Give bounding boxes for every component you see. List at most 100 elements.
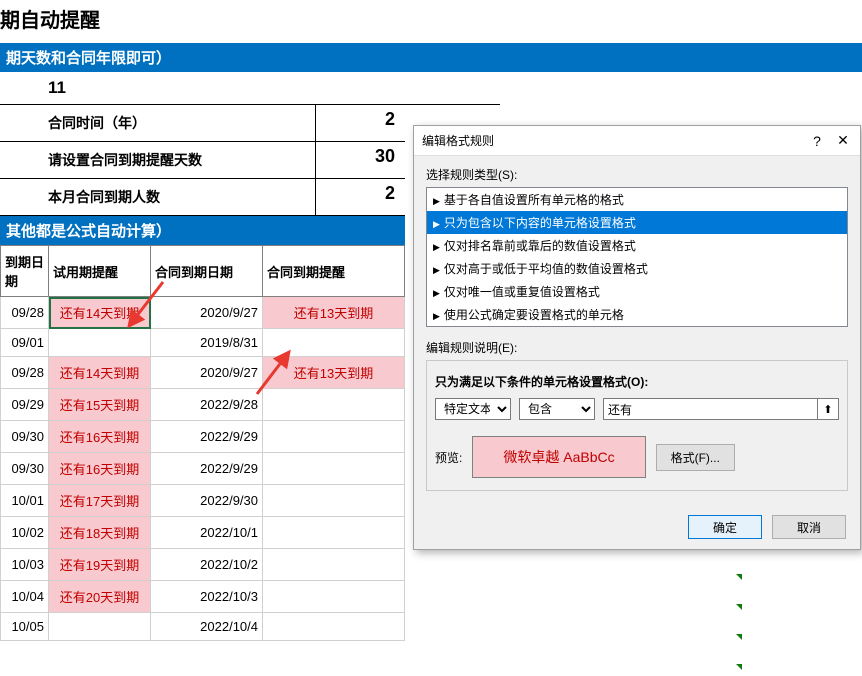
table-row: 09/29还有15天到期2022/9/28 bbox=[1, 389, 405, 421]
condition-operator-select[interactable]: 包含 bbox=[519, 398, 595, 420]
rule-type-item[interactable]: 仅对高于或低于平均值的数值设置格式 bbox=[427, 257, 847, 280]
info-label: 请设置合同到期提醒天数 bbox=[0, 142, 315, 178]
contract-end-date-cell[interactable]: 2022/9/29 bbox=[151, 453, 263, 485]
contract-alert-cell[interactable]: 还有13天到期 bbox=[263, 297, 405, 329]
contract-end-date-cell[interactable]: 2022/9/30 bbox=[151, 485, 263, 517]
trial-alert-cell[interactable]: 还有20天到期 bbox=[49, 581, 151, 613]
rule-type-item[interactable]: 使用公式确定要设置格式的单元格 bbox=[427, 303, 847, 326]
rule-type-item[interactable]: 基于各自值设置所有单元格的格式 bbox=[427, 188, 847, 211]
contract-end-date-cell[interactable]: 2019/8/31 bbox=[151, 329, 263, 357]
info-label: 本月合同到期人数 bbox=[0, 179, 315, 215]
close-button[interactable]: ✕ bbox=[830, 132, 856, 149]
column-header[interactable]: 合同到期提醒 bbox=[263, 246, 405, 297]
condition-value-input[interactable] bbox=[603, 398, 817, 420]
spreadsheet-table: 到期日期试用期提醒合同到期日期合同到期提醒 09/28还有14天到期2020/9… bbox=[0, 245, 405, 641]
contract-alert-cell[interactable] bbox=[263, 581, 405, 613]
contract-end-date-cell[interactable]: 2022/10/2 bbox=[151, 549, 263, 581]
contract-alert-cell[interactable] bbox=[263, 549, 405, 581]
trial-alert-cell[interactable]: 还有16天到期 bbox=[49, 421, 151, 453]
rule-type-item[interactable]: 仅对排名靠前或靠后的数值设置格式 bbox=[427, 234, 847, 257]
trial-end-date-cell[interactable]: 09/29 bbox=[1, 389, 49, 421]
table-row: 10/01还有17天到期2022/9/30 bbox=[1, 485, 405, 517]
trial-alert-cell[interactable]: 还有14天到期 bbox=[49, 357, 151, 389]
trial-alert-cell[interactable]: 还有14天到期 bbox=[49, 297, 151, 329]
table-row: 09/30还有16天到期2022/9/29 bbox=[1, 421, 405, 453]
info-row: 合同时间（年）2 bbox=[0, 105, 405, 142]
rule-type-item[interactable]: 只为包含以下内容的单元格设置格式 bbox=[427, 211, 847, 234]
table-row: 10/03还有19天到期2022/10/2 bbox=[1, 549, 405, 581]
trial-end-date-cell[interactable]: 10/02 bbox=[1, 517, 49, 549]
error-indicator-icon bbox=[736, 664, 742, 670]
condition-inputs: 特定文本 包含 ⬆ bbox=[435, 398, 839, 420]
trial-end-date-cell[interactable]: 09/30 bbox=[1, 453, 49, 485]
format-preview: 微软卓越 AaBbCc bbox=[472, 436, 645, 478]
trial-end-date-cell[interactable]: 09/30 bbox=[1, 421, 49, 453]
info-row: 请设置合同到期提醒天数30 bbox=[0, 142, 405, 179]
info-value[interactable]: 2 bbox=[315, 179, 405, 215]
trial-alert-cell[interactable]: 还有15天到期 bbox=[49, 389, 151, 421]
preview-label: 预览: bbox=[435, 449, 462, 466]
table-row: 10/04还有20天到期2022/10/3 bbox=[1, 581, 405, 613]
trial-end-date-cell[interactable]: 09/28 bbox=[1, 297, 49, 329]
subtitle-bar-1: 期天数和合同年限即可） bbox=[0, 43, 862, 72]
edit-rule-label: 编辑规则说明(E): bbox=[426, 339, 848, 356]
rule-type-list[interactable]: 基于各自值设置所有单元格的格式只为包含以下内容的单元格设置格式仅对排名靠前或靠后… bbox=[426, 187, 848, 327]
info-row: 本月合同到期人数2 bbox=[0, 179, 405, 216]
contract-alert-cell[interactable] bbox=[263, 485, 405, 517]
rule-type-item[interactable]: 仅对唯一值或重复值设置格式 bbox=[427, 280, 847, 303]
table-row: 09/01 2019/8/31 bbox=[1, 329, 405, 357]
contract-end-date-cell[interactable]: 2022/10/3 bbox=[151, 581, 263, 613]
trial-alert-cell[interactable]: 还有16天到期 bbox=[49, 453, 151, 485]
contract-end-date-cell[interactable]: 2020/9/27 bbox=[151, 357, 263, 389]
contract-alert-cell[interactable] bbox=[263, 613, 405, 641]
format-button[interactable]: 格式(F)... bbox=[656, 444, 735, 471]
column-header[interactable]: 试用期提醒 bbox=[49, 246, 151, 297]
trial-alert-cell[interactable] bbox=[49, 329, 151, 357]
table-row: 10/05 2022/10/4 bbox=[1, 613, 405, 641]
trial-end-date-cell[interactable]: 10/03 bbox=[1, 549, 49, 581]
contract-end-date-cell[interactable]: 2022/10/1 bbox=[151, 517, 263, 549]
cancel-button[interactable]: 取消 bbox=[772, 515, 846, 539]
table-row: 09/28还有14天到期2020/9/27还有13天到期 bbox=[1, 357, 405, 389]
contract-alert-cell[interactable] bbox=[263, 329, 405, 357]
contract-end-date-cell[interactable]: 2022/10/4 bbox=[151, 613, 263, 641]
column-header[interactable]: 合同到期日期 bbox=[151, 246, 263, 297]
trial-end-date-cell[interactable]: 09/01 bbox=[1, 329, 49, 357]
range-picker-icon[interactable]: ⬆ bbox=[817, 398, 839, 420]
help-button[interactable]: ? bbox=[804, 133, 830, 149]
info-value[interactable]: 30 bbox=[315, 142, 405, 178]
table-row: 09/28还有14天到期2020/9/27还有13天到期 bbox=[1, 297, 405, 329]
dialog-title-text: 编辑格式规则 bbox=[422, 132, 804, 149]
contract-end-date-cell[interactable]: 2020/9/27 bbox=[151, 297, 263, 329]
error-indicator-icon bbox=[736, 604, 742, 610]
trial-end-date-cell[interactable]: 10/04 bbox=[1, 581, 49, 613]
condition-label: 只为满足以下条件的单元格设置格式(O): bbox=[435, 373, 839, 390]
trial-end-date-cell[interactable]: 10/05 bbox=[1, 613, 49, 641]
contract-alert-cell[interactable] bbox=[263, 389, 405, 421]
trial-end-date-cell[interactable]: 10/01 bbox=[1, 485, 49, 517]
contract-end-date-cell[interactable]: 2022/9/28 bbox=[151, 389, 263, 421]
contract-alert-cell[interactable]: 还有13天到期 bbox=[263, 357, 405, 389]
trial-alert-cell[interactable] bbox=[49, 613, 151, 641]
format-rule-dialog: 编辑格式规则 ? ✕ 选择规则类型(S): 基于各自值设置所有单元格的格式只为包… bbox=[413, 125, 861, 550]
contract-alert-cell[interactable] bbox=[263, 421, 405, 453]
table-row: 10/02还有18天到期2022/10/1 bbox=[1, 517, 405, 549]
dialog-titlebar: 编辑格式规则 ? ✕ bbox=[414, 126, 860, 156]
column-header[interactable]: 到期日期 bbox=[1, 246, 49, 297]
trial-alert-cell[interactable]: 还有18天到期 bbox=[49, 517, 151, 549]
contract-alert-cell[interactable] bbox=[263, 517, 405, 549]
error-indicator-icon bbox=[736, 574, 742, 580]
info-value[interactable]: 2 bbox=[315, 105, 405, 141]
page-title: 期自动提醒 bbox=[0, 0, 862, 43]
trial-alert-cell[interactable]: 还有17天到期 bbox=[49, 485, 151, 517]
trial-alert-cell[interactable]: 还有19天到期 bbox=[49, 549, 151, 581]
ok-button[interactable]: 确定 bbox=[688, 515, 762, 539]
trial-end-date-cell[interactable]: 09/28 bbox=[1, 357, 49, 389]
info-label: 合同时间（年） bbox=[0, 105, 315, 141]
select-rule-type-label: 选择规则类型(S): bbox=[426, 166, 848, 183]
table-row: 09/30还有16天到期2022/9/29 bbox=[1, 453, 405, 485]
condition-type-select[interactable]: 特定文本 bbox=[435, 398, 511, 420]
contract-alert-cell[interactable] bbox=[263, 453, 405, 485]
contract-end-date-cell[interactable]: 2022/9/29 bbox=[151, 421, 263, 453]
subtitle-bar-2: 其他都是公式自动计算） bbox=[0, 216, 405, 245]
